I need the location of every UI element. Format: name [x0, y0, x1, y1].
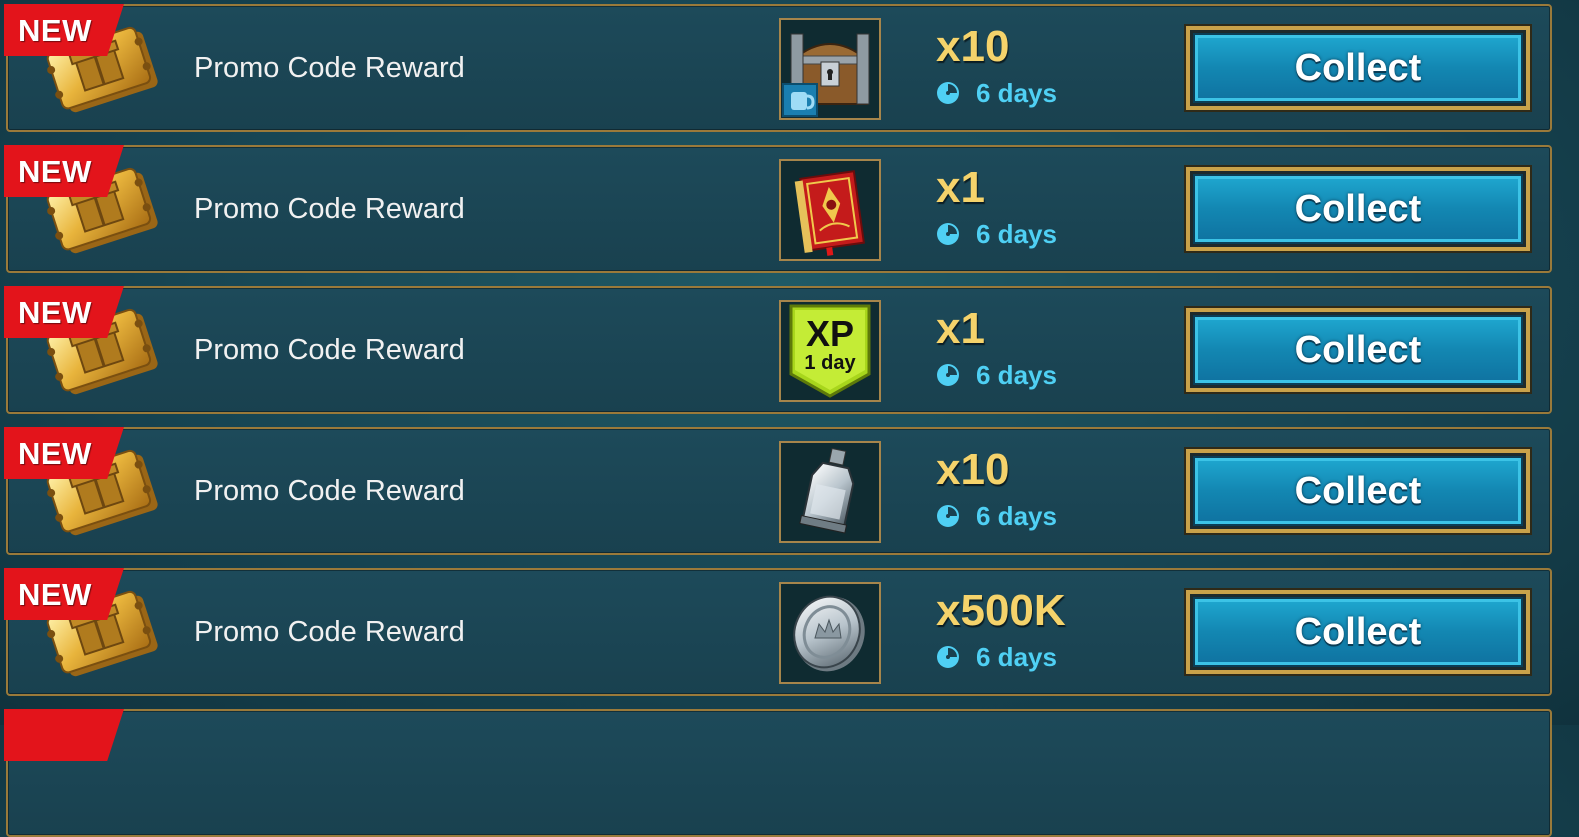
reward-item-slot[interactable]	[779, 159, 881, 261]
collect-button[interactable]: Collect	[1186, 449, 1530, 533]
reward-title: Promo Code Reward	[194, 334, 465, 366]
potion-icon	[799, 447, 855, 534]
reward-row: NEW Promo Code Reward XP 1 day x1 6 days…	[4, 286, 1552, 414]
clock-icon	[936, 645, 960, 669]
collect-button[interactable]: Collect	[1186, 167, 1530, 251]
xp-boost-icon: XP 1 day	[789, 304, 871, 398]
xp-label: XP	[806, 313, 854, 354]
collect-button[interactable]: Collect	[1186, 308, 1530, 392]
new-badge-label: NEW	[18, 154, 92, 189]
collect-button[interactable]: Collect	[1186, 590, 1530, 674]
clock-icon	[936, 81, 960, 105]
tome-icon	[794, 170, 865, 256]
collect-button-face[interactable]: Collect	[1193, 597, 1523, 667]
xp-duration-label: 1 day	[804, 352, 856, 374]
collect-button-label: Collect	[1294, 46, 1422, 89]
collect-button-label: Collect	[1294, 469, 1422, 512]
new-badge-label: NEW	[18, 436, 92, 471]
collect-button-face[interactable]: Collect	[1193, 174, 1523, 244]
new-badge: NEW	[4, 145, 124, 197]
new-badge: NEW	[4, 568, 124, 620]
reward-row: NEW Promo Code Reward x10 6 days Collect	[4, 427, 1552, 555]
chest-icon	[782, 33, 870, 117]
reward-item-slot[interactable]	[779, 441, 881, 543]
collect-button[interactable]: Collect	[1186, 26, 1530, 110]
reward-row-partial	[4, 709, 1552, 837]
reward-item-slot[interactable]	[779, 582, 881, 684]
new-badge-label: NEW	[18, 13, 92, 48]
time-left: 6 days	[976, 78, 1057, 108]
time-left: 6 days	[976, 642, 1057, 672]
reward-title: Promo Code Reward	[194, 52, 465, 84]
clock-icon	[936, 222, 960, 246]
collect-button-label: Collect	[1294, 610, 1422, 653]
clock-icon	[936, 504, 960, 528]
clock-icon	[936, 363, 960, 387]
collect-button-label: Collect	[1294, 187, 1422, 230]
reward-item-slot[interactable]: XP 1 day	[779, 300, 881, 402]
new-badge-label: NEW	[18, 577, 92, 612]
collect-button-face[interactable]: Collect	[1193, 33, 1523, 103]
time-left: 6 days	[976, 501, 1057, 531]
new-badge: NEW	[4, 4, 124, 56]
collect-button-label: Collect	[1294, 328, 1422, 371]
collect-button-face[interactable]: Collect	[1193, 456, 1523, 526]
time-left: 6 days	[976, 219, 1057, 249]
new-badge-label: NEW	[18, 295, 92, 330]
time-left: 6 days	[976, 360, 1057, 390]
reward-quantity: x500K	[936, 586, 1066, 635]
reward-title: Promo Code Reward	[194, 475, 465, 507]
new-badge	[4, 709, 124, 761]
reward-row: NEW Promo Code Reward x10 6 days Collect	[4, 4, 1552, 132]
reward-row: NEW Promo Code Reward x500K 6 days Colle…	[4, 568, 1552, 696]
reward-quantity: x10	[936, 22, 1010, 71]
reward-list: NEW Promo Code Reward x10 6 days Collect…	[0, 0, 1579, 837]
reward-row: NEW Promo Code Reward x1 6 days Collect	[4, 145, 1552, 273]
new-badge: NEW	[4, 286, 124, 338]
reward-title: Promo Code Reward	[194, 193, 465, 225]
reward-item-slot[interactable]	[779, 18, 881, 120]
new-badge: NEW	[4, 427, 124, 479]
collect-button-face[interactable]: Collect	[1193, 315, 1523, 385]
reward-quantity: x1	[936, 163, 985, 212]
reward-quantity: x1	[936, 304, 985, 353]
reward-title: Promo Code Reward	[194, 616, 465, 648]
reward-quantity: x10	[936, 445, 1010, 494]
silver-coin-icon	[793, 595, 865, 672]
